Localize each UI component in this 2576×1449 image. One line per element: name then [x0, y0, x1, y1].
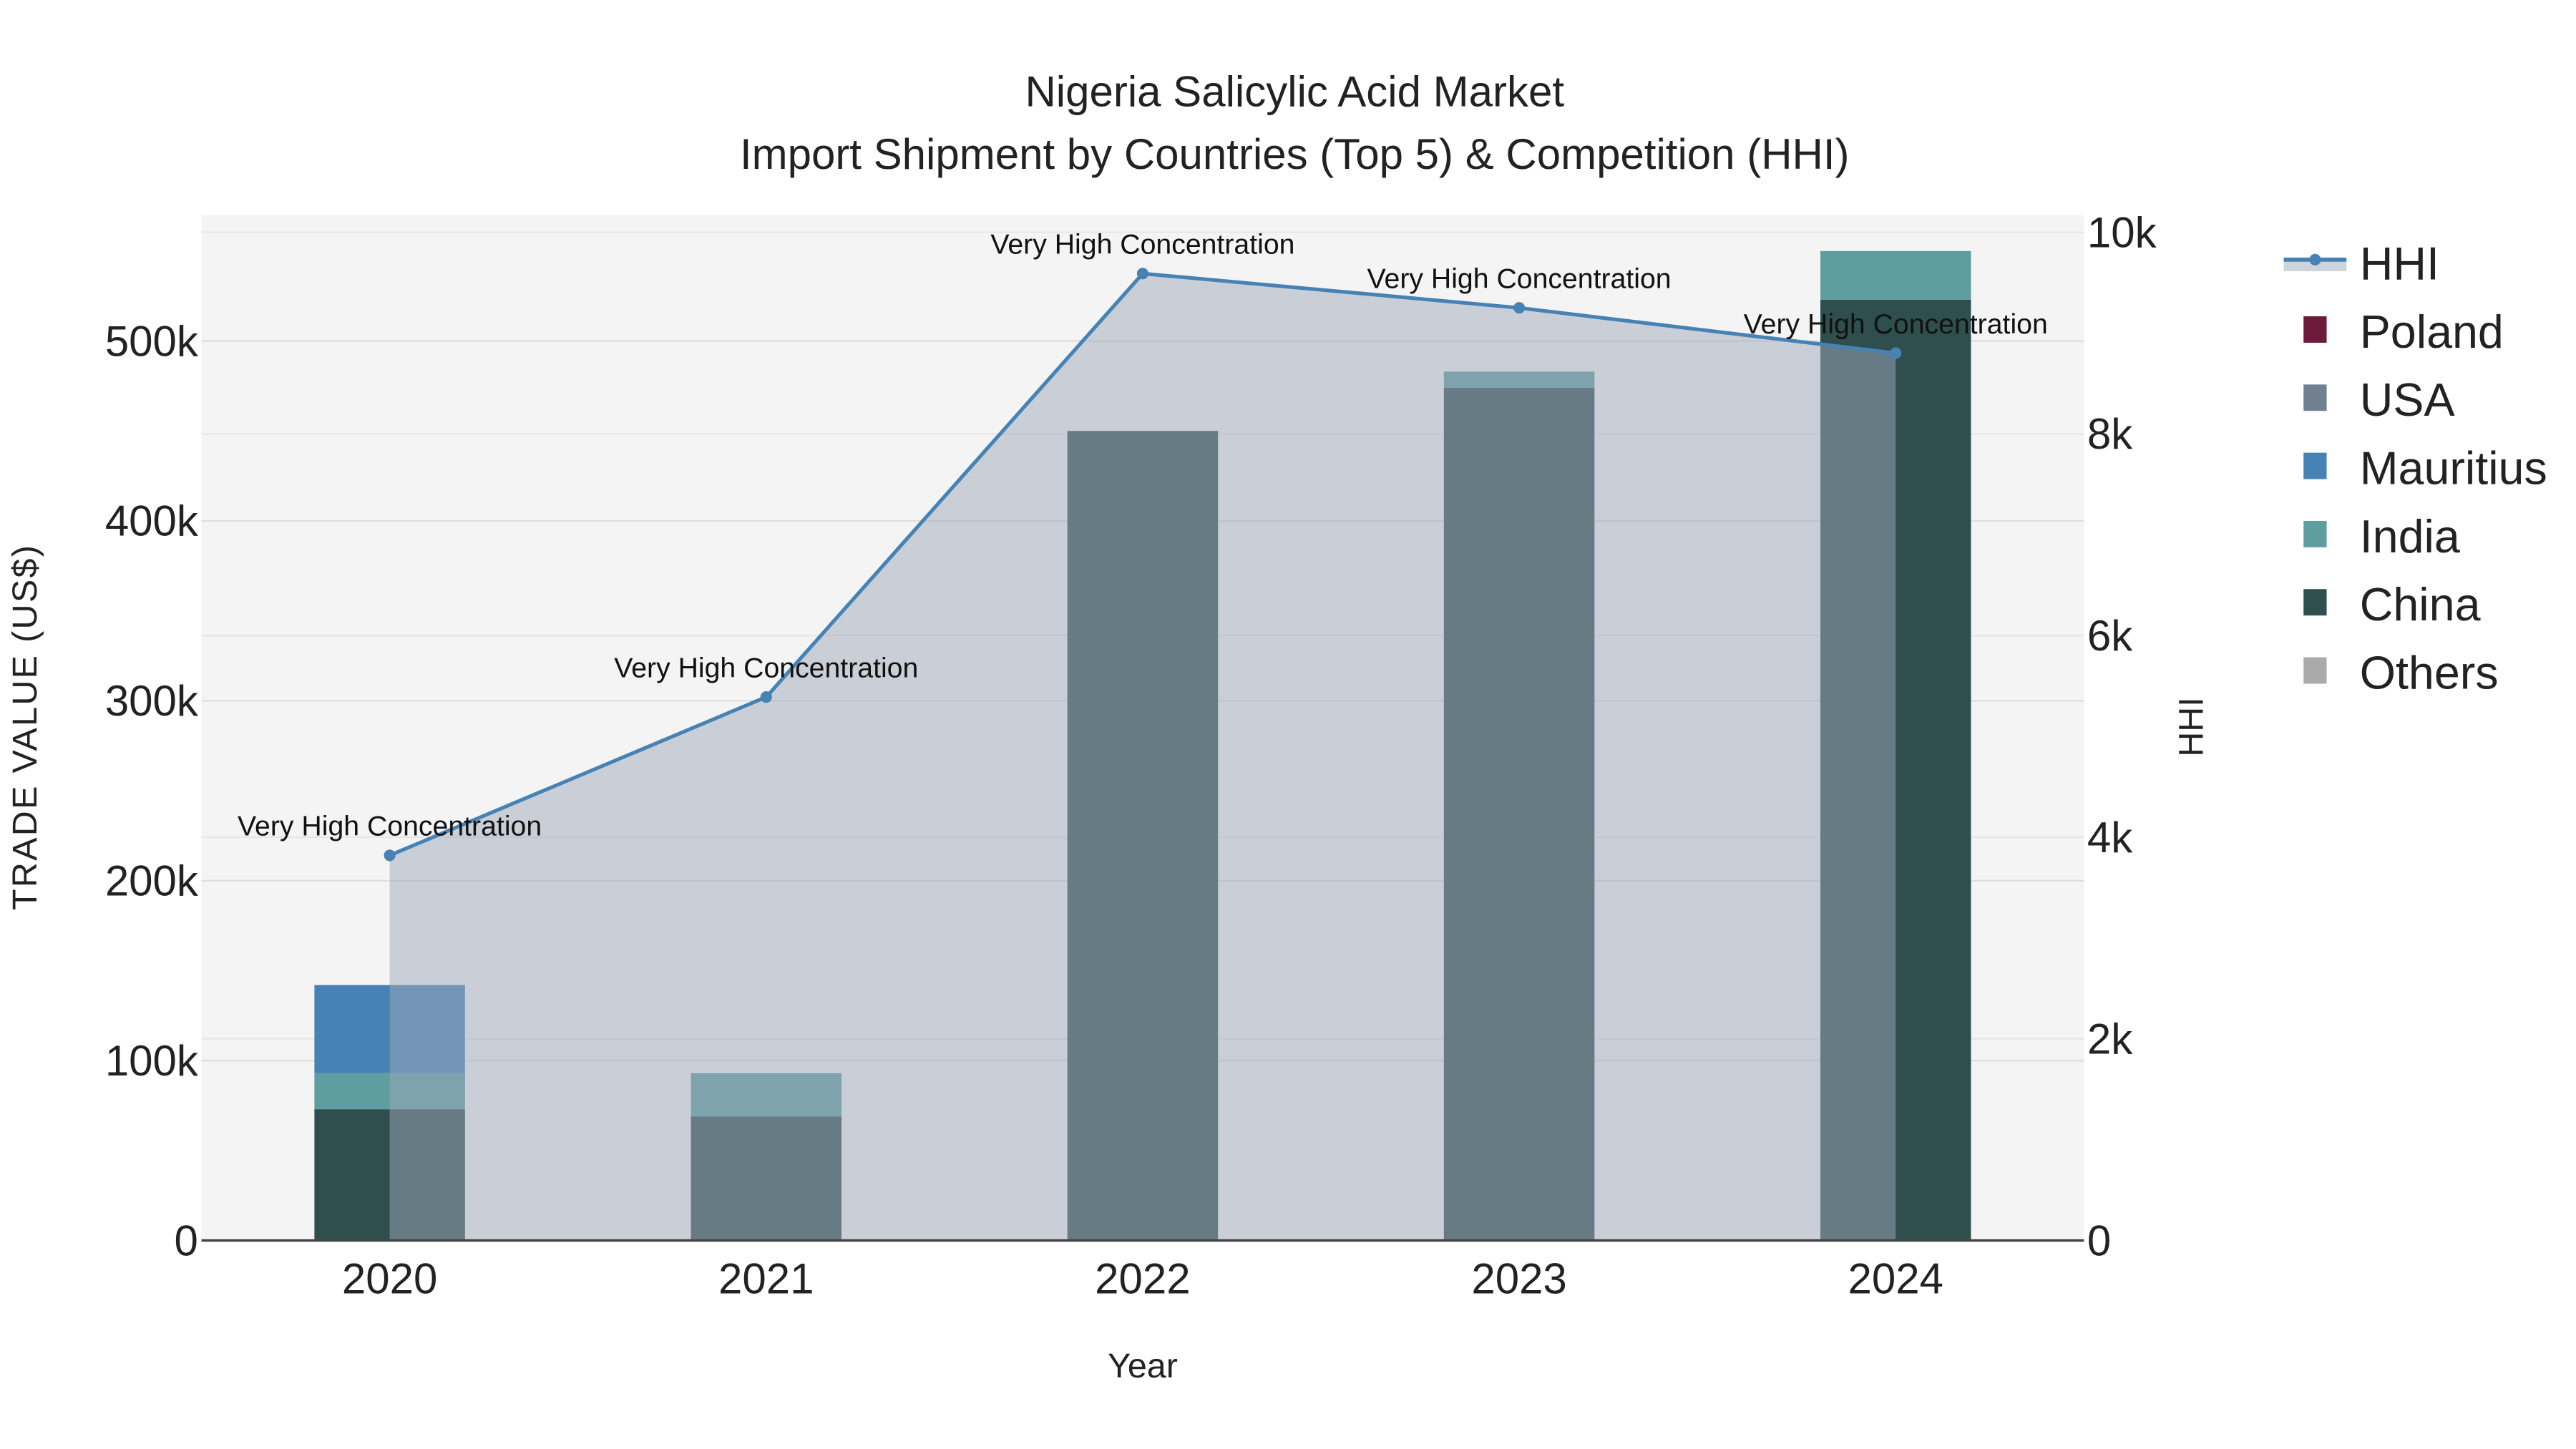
- legend-label: India: [2360, 511, 2460, 562]
- bar-india-2024: [1820, 250, 1971, 300]
- hhi-annotation: Very High Concentration: [238, 811, 542, 842]
- y-axis-ticks: 0 100k 200k 300k 400k 500k: [105, 317, 199, 1264]
- y2-tick-label: 0: [2087, 1216, 2111, 1264]
- hhi-annotation: Very High Concentration: [1744, 308, 2048, 340]
- legend-label: USA: [2360, 374, 2455, 426]
- legend-item-others[interactable]: Others: [2303, 647, 2499, 698]
- x-tick-label: 2022: [1095, 1255, 1190, 1303]
- hhi-point-2020: [384, 849, 396, 862]
- y2-tick-label: 10k: [2087, 208, 2157, 256]
- y2-tick-label: 8k: [2087, 410, 2133, 458]
- legend-swatch-others: [2303, 657, 2327, 684]
- hhi-point-2024: [1890, 347, 1902, 359]
- legend-swatch-china: [2303, 589, 2327, 616]
- chart-subtitle: Import Shipment by Countries (Top 5) & C…: [740, 130, 1850, 178]
- x-axis-ticks: 2020 2021 2022 2023 2024: [342, 1255, 1943, 1303]
- legend-swatch-mauritius: [2303, 452, 2327, 479]
- x-tick-label: 2023: [1471, 1255, 1566, 1303]
- x-axis-label: Year: [1108, 1347, 1178, 1385]
- x-tick-label: 2021: [718, 1255, 814, 1303]
- hhi-annotation: Very High Concentration: [1367, 263, 1672, 295]
- y-tick-label: 300k: [105, 677, 199, 725]
- legend-item-china[interactable]: China: [2303, 579, 2481, 630]
- y2-tick-label: 2k: [2087, 1015, 2133, 1063]
- legend-item-poland[interactable]: Poland: [2303, 306, 2504, 358]
- y-tick-label: 100k: [105, 1037, 199, 1085]
- hhi-point-2023: [1513, 302, 1526, 314]
- legend-item-india[interactable]: India: [2303, 511, 2460, 562]
- y-tick-label: 500k: [105, 317, 199, 365]
- x-tick-label: 2020: [342, 1255, 437, 1303]
- legend: HHI Poland USA Mauritius India China Others: [2283, 238, 2547, 698]
- hhi-annotation: Very High Concentration: [990, 229, 1294, 260]
- y-tick-label: 400k: [105, 497, 199, 545]
- y-axis-label: TRADE VALUE (US$): [6, 544, 44, 910]
- y2-tick-label: 6k: [2087, 612, 2133, 660]
- chart-title: Nigeria Salicylic Acid Market: [1025, 67, 1564, 115]
- hhi-annotation: Very High Concentration: [614, 652, 918, 683]
- y-tick-label: 200k: [105, 857, 199, 905]
- legend-swatch-poland: [2303, 316, 2327, 343]
- y2-axis-ticks: 0 2k 4k 6k 8k 10k: [2087, 208, 2157, 1264]
- legend-item-hhi[interactable]: HHI: [2283, 238, 2439, 290]
- legend-item-mauritius[interactable]: Mauritius: [2303, 443, 2547, 494]
- legend-label: China: [2360, 579, 2481, 630]
- legend-label: Others: [2360, 647, 2499, 698]
- y2-axis-label: HHI: [2172, 697, 2210, 756]
- chart: Nigeria Salicylic Acid Market Import Shi…: [6, 67, 2547, 1385]
- hhi-point-2021: [760, 691, 772, 703]
- legend-item-usa[interactable]: USA: [2303, 374, 2455, 426]
- legend-swatch-india: [2303, 520, 2327, 547]
- legend-label: HHI: [2360, 238, 2439, 290]
- x-tick-label: 2024: [1848, 1255, 1943, 1303]
- y2-tick-label: 4k: [2087, 814, 2133, 862]
- hhi-point-2022: [1136, 268, 1148, 280]
- legend-label: Mauritius: [2360, 443, 2547, 494]
- legend-swatch-usa: [2303, 384, 2327, 411]
- legend-label: Poland: [2360, 306, 2504, 358]
- legend-swatch-hhi-marker: [2309, 253, 2321, 265]
- y-tick-label: 0: [175, 1216, 198, 1264]
